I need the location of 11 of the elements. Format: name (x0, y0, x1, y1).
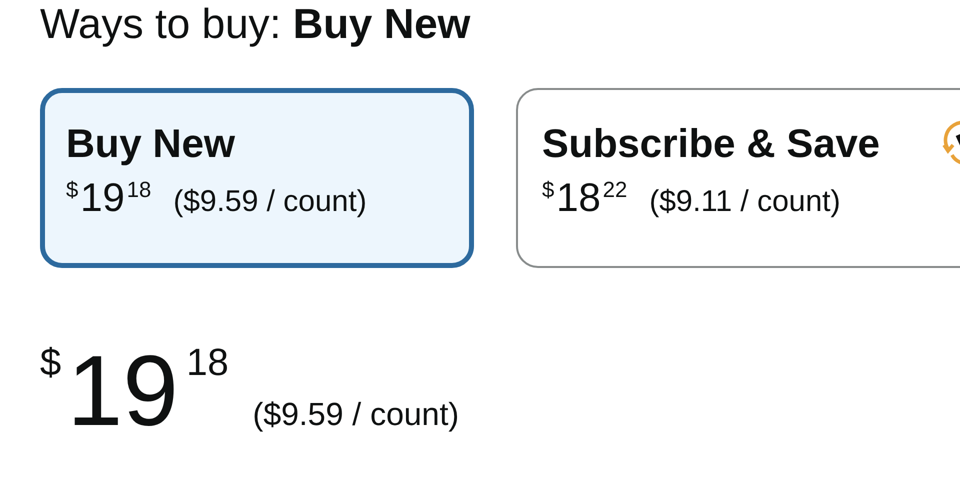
ways-to-buy-heading: Ways to buy: Buy New (40, 0, 472, 48)
purchase-option-card[interactable]: Buy New $^{$}$19$^{18}$ ($9.59 / count) (40, 88, 474, 268)
option-title: Buy New (66, 122, 235, 166)
unit-price: ($9.59 / count) (252, 396, 459, 433)
unit-price: ($9.59 / count) (173, 185, 367, 219)
price: $^{$}$19$^{18}$ (40, 334, 229, 446)
option-price: $^{$}$19$^{18}$ (66, 176, 152, 221)
purchase-option-card[interactable]: Subscribe & Save $^{$}$18$^{22}$ ($9.11 / count) (516, 88, 960, 268)
option-title: Subscribe & Save (542, 122, 880, 166)
option-price: $^{$}$18$^{22}$ (542, 176, 628, 221)
unit-price: ($9.11 / count) (649, 185, 840, 219)
